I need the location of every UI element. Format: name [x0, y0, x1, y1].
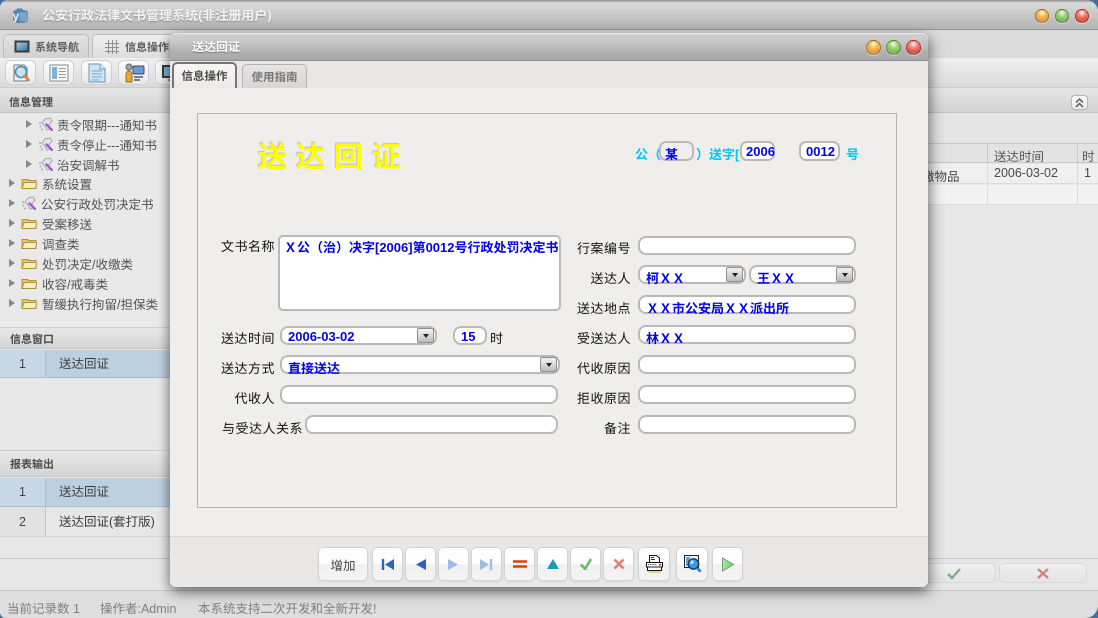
svg-text:y: y	[13, 9, 20, 23]
